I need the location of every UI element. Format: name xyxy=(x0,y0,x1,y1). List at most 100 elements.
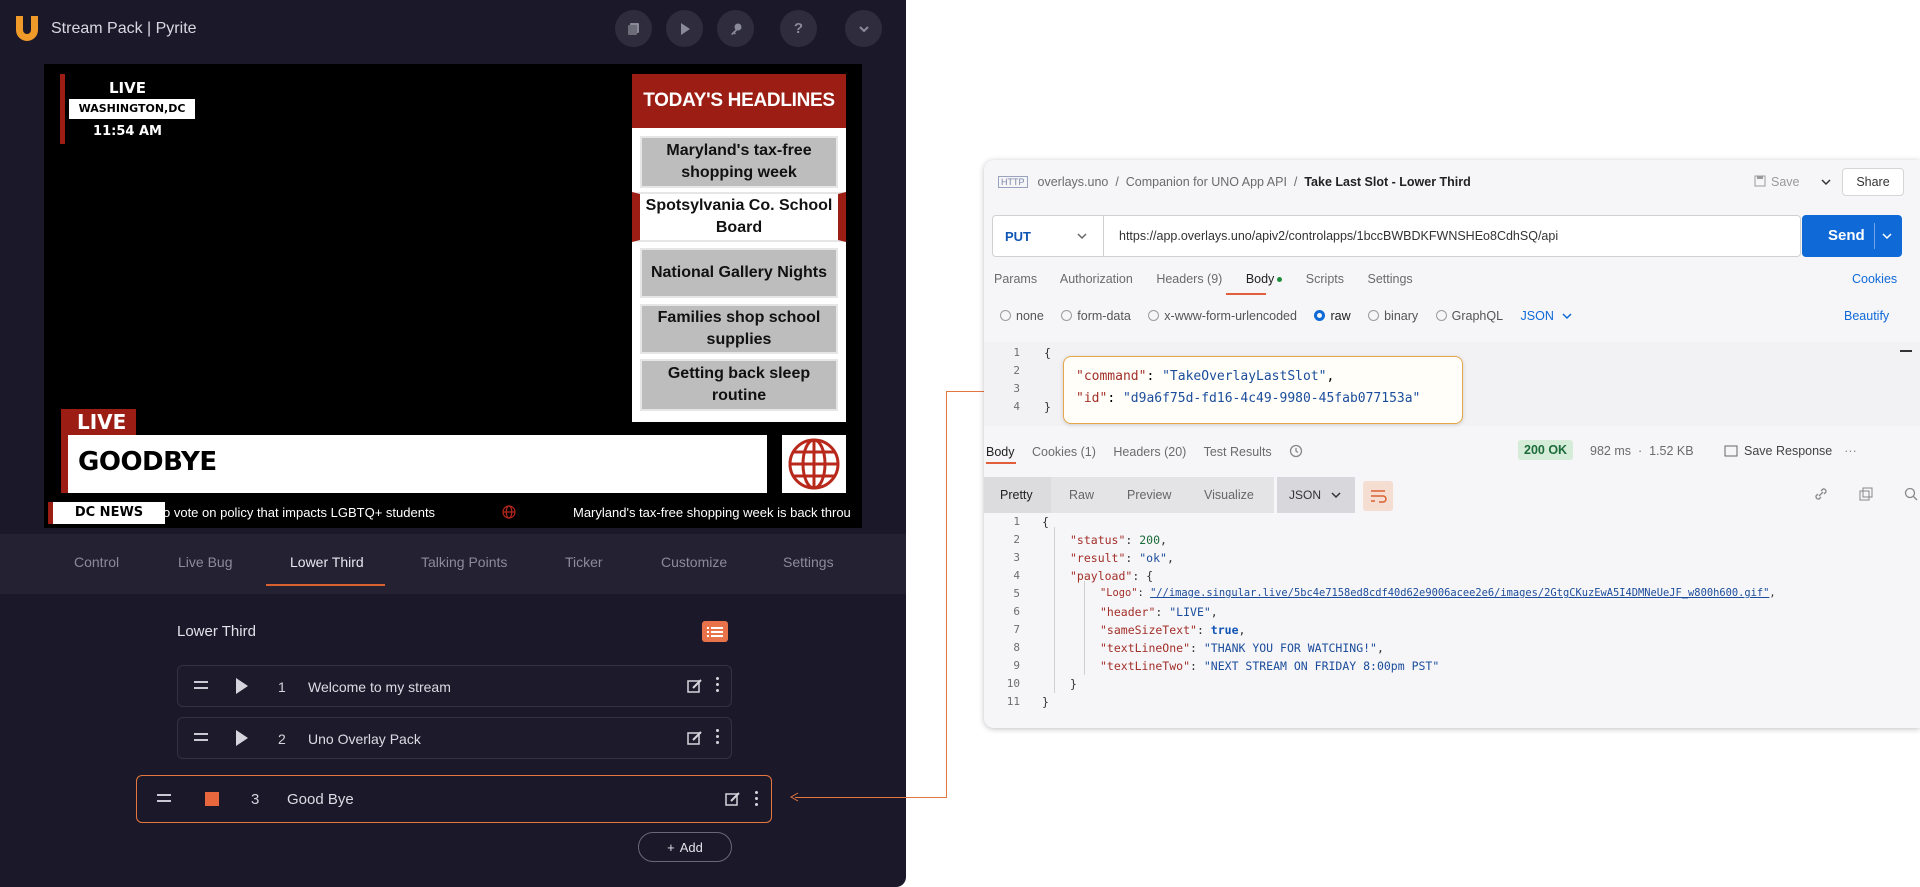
more-options-icon[interactable] xyxy=(716,677,720,695)
copy-icon[interactable] xyxy=(1859,487,1873,501)
headline-item: Maryland's tax-free shopping week xyxy=(640,136,838,188)
tab-ticker[interactable]: Ticker xyxy=(565,554,603,570)
drag-handle-icon[interactable] xyxy=(194,681,208,693)
add-button[interactable]: + Add xyxy=(638,832,732,862)
tab-authorization[interactable]: Authorization xyxy=(1060,272,1133,286)
tab-preview[interactable]: Preview xyxy=(1127,488,1171,502)
response-body-editor[interactable]: 1 2 3 4 5 6 7 8 9 10 11 { "status": 200,… xyxy=(984,513,1920,723)
copy-button[interactable] xyxy=(615,10,652,47)
active-tab-indicator xyxy=(986,462,1016,464)
chevron-down-icon[interactable] xyxy=(1882,232,1892,240)
url-input[interactable]: https://app.overlays.uno/apiv2/controlap… xyxy=(1119,229,1558,243)
tab-visualize[interactable]: Visualize xyxy=(1204,488,1254,502)
lower-third-logo xyxy=(782,435,846,493)
scrollbar-thumb[interactable] xyxy=(1900,350,1912,352)
save-button[interactable]: Save xyxy=(1754,175,1831,189)
app-header: Stream Pack | Pyrite ? xyxy=(0,0,906,64)
help-button[interactable]: ? xyxy=(780,10,817,47)
list-view-button[interactable] xyxy=(702,621,728,642)
tab-live-bug[interactable]: Live Bug xyxy=(178,554,232,570)
line-number: 2 xyxy=(1013,364,1020,377)
url-bar: PUT https://app.overlays.uno/apiv2/contr… xyxy=(992,215,1801,257)
wrap-lines-button[interactable] xyxy=(1363,481,1393,511)
drag-handle-icon[interactable] xyxy=(194,733,208,745)
body-type-options: none form-data x-www-form-urlencoded raw… xyxy=(1000,309,1586,323)
indent-guide xyxy=(1084,581,1085,675)
code-line: "payload": { xyxy=(1070,569,1154,583)
more-options-icon[interactable] xyxy=(716,729,720,747)
response-meta: 982 ms · 1.52 KB xyxy=(1590,444,1694,458)
drag-handle-icon[interactable] xyxy=(157,794,171,806)
save-response-button[interactable]: Save Response ··· xyxy=(1724,444,1857,458)
cookies-link[interactable]: Cookies xyxy=(1852,272,1897,286)
key-button[interactable] xyxy=(717,10,754,47)
search-icon[interactable] xyxy=(1904,487,1918,501)
lower-third-bar: GOODBYE xyxy=(61,435,767,493)
tab-settings[interactable]: Settings xyxy=(1367,272,1412,286)
link-icon[interactable] xyxy=(1814,487,1828,501)
code-brace: { xyxy=(1044,346,1051,360)
tab-settings[interactable]: Settings xyxy=(783,554,834,570)
tab-talking-points[interactable]: Talking Points xyxy=(421,554,507,570)
history-icon[interactable] xyxy=(1289,444,1303,458)
radio-raw[interactable]: raw xyxy=(1314,309,1351,323)
lower-third-row[interactable]: 1 Welcome to my stream xyxy=(177,665,732,707)
plus-icon: + xyxy=(667,839,675,855)
tab-response-headers[interactable]: Headers (20) xyxy=(1113,445,1186,459)
request-tabs: Params Authorization Headers (9) Body Sc… xyxy=(994,272,1433,286)
response-size: 1.52 KB xyxy=(1649,444,1694,458)
play-button[interactable] xyxy=(666,10,703,47)
response-format-select[interactable]: JSON xyxy=(1277,477,1355,513)
lower-third-row-selected[interactable]: 3 Good Bye xyxy=(136,775,772,823)
beautify-link[interactable]: Beautify xyxy=(1844,309,1889,323)
active-tab-indicator xyxy=(1226,293,1266,295)
divider xyxy=(1874,223,1875,249)
tab-scripts[interactable]: Scripts xyxy=(1306,272,1344,286)
line-number: 2 xyxy=(1013,533,1020,546)
share-button[interactable]: Share xyxy=(1842,168,1904,196)
tab-response-cookies[interactable]: Cookies (1) xyxy=(1032,445,1096,459)
tab-params[interactable]: Params xyxy=(994,272,1037,286)
edit-icon[interactable] xyxy=(725,791,741,807)
ticker-label: DC NEWS xyxy=(48,502,165,524)
line-number: 1 xyxy=(1013,346,1020,359)
play-icon xyxy=(680,22,690,35)
method-select[interactable]: PUT xyxy=(1005,229,1031,244)
stop-icon[interactable] xyxy=(205,792,219,806)
breadcrumb-item[interactable]: overlays.uno xyxy=(1038,175,1109,189)
response-time: 982 ms xyxy=(1590,444,1631,458)
tab-control[interactable]: Control xyxy=(74,554,119,570)
tab-customize[interactable]: Customize xyxy=(661,554,727,570)
radio-binary[interactable]: binary xyxy=(1368,309,1418,323)
row-number: 1 xyxy=(278,679,286,695)
menu-dropdown-button[interactable] xyxy=(845,10,882,47)
play-icon[interactable] xyxy=(236,730,248,746)
tab-headers[interactable]: Headers (9) xyxy=(1156,272,1222,286)
tab-body[interactable]: Body xyxy=(1246,272,1283,286)
line-number: 7 xyxy=(1013,623,1020,636)
play-icon[interactable] xyxy=(236,678,248,694)
tab-response-body[interactable]: Body xyxy=(986,445,1015,459)
tab-lower-third[interactable]: Lower Third xyxy=(290,554,364,570)
logo-url-link[interactable]: "//image.singular.live/5bc4e7158ed8cdf40… xyxy=(1150,587,1769,599)
tab-raw[interactable]: Raw xyxy=(1069,488,1094,502)
edit-icon[interactable] xyxy=(687,678,703,694)
radio-form-data[interactable]: form-data xyxy=(1061,309,1131,323)
radio-graphql[interactable]: GraphQL xyxy=(1435,309,1503,323)
format-select[interactable]: JSON xyxy=(1521,309,1572,323)
chevron-down-icon[interactable] xyxy=(1077,232,1087,240)
radio-urlencoded[interactable]: x-www-form-urlencoded xyxy=(1148,309,1297,323)
code-line: } xyxy=(1070,677,1077,691)
line-number: 5 xyxy=(1013,587,1020,600)
lower-third-row[interactable]: 2 Uno Overlay Pack xyxy=(177,717,732,759)
tab-test-results[interactable]: Test Results xyxy=(1204,445,1272,459)
row-label: Good Bye xyxy=(287,791,354,808)
more-options-icon[interactable] xyxy=(755,791,759,809)
edit-icon[interactable] xyxy=(687,730,703,746)
send-button[interactable]: Send xyxy=(1802,215,1902,257)
more-options-icon[interactable]: ··· xyxy=(1844,444,1857,458)
chevron-down-icon[interactable] xyxy=(1821,178,1831,186)
radio-none[interactable]: none xyxy=(1000,309,1044,323)
breadcrumb-item[interactable]: Companion for UNO App API xyxy=(1126,175,1287,189)
tab-pretty[interactable]: Pretty xyxy=(1000,488,1033,502)
